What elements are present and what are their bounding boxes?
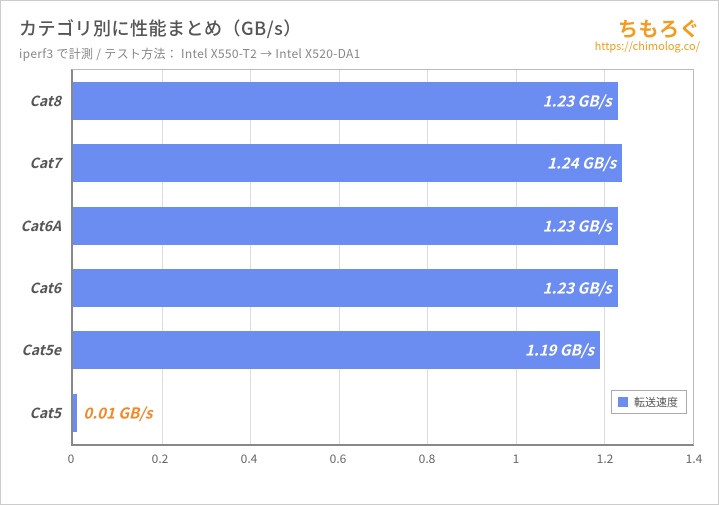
- bar-row: Cat6A1.23 GB/s: [73, 195, 693, 257]
- header: カテゴリ別に性能まとめ（GB/s） iperf3 で計測 / テスト方法： In…: [19, 15, 700, 62]
- category-label: Cat5: [30, 403, 73, 423]
- brand: ちもろぐ https://chimolog.co/: [595, 15, 700, 52]
- bar-row: Cat71.24 GB/s: [73, 132, 693, 194]
- bar-row: Cat5e1.19 GB/s: [73, 319, 693, 381]
- bar-row: Cat50.01 GB/s: [73, 382, 693, 444]
- x-tick-label: 0.8: [419, 450, 436, 467]
- bar-value-label: 1.24 GB/s: [547, 153, 616, 174]
- bar-row: Cat61.23 GB/s: [73, 257, 693, 319]
- x-tick-label: 1.4: [686, 450, 703, 467]
- chart-subtitle: iperf3 で計測 / テスト方法： Intel X550-T2 → Inte…: [19, 45, 595, 62]
- x-tick-label: 1: [513, 450, 520, 467]
- brand-logo: ちもろぐ: [595, 17, 700, 39]
- brand-url: https://chimolog.co/: [595, 40, 700, 52]
- chart-area: 転送速度 Cat81.23 GB/sCat71.24 GB/sCat6A1.23…: [71, 63, 694, 470]
- bar-row: Cat81.23 GB/s: [73, 70, 693, 132]
- bar-value-label: 1.23 GB/s: [543, 91, 612, 112]
- bar: 1.19 GB/s: [73, 331, 600, 369]
- plot-area: 転送速度 Cat81.23 GB/sCat71.24 GB/sCat6A1.23…: [71, 69, 694, 446]
- bar-value-label: 0.01 GB/s: [83, 402, 152, 423]
- x-tick-label: 0: [68, 450, 75, 467]
- bar: 1.23 GB/s: [73, 207, 618, 245]
- x-tick-label: 1.2: [597, 450, 614, 467]
- chart-title: カテゴリ別に性能まとめ（GB/s）: [19, 15, 595, 41]
- bar-value-label: 1.23 GB/s: [543, 278, 612, 299]
- category-label: Cat6: [30, 278, 73, 298]
- x-tick-label: 0.2: [152, 450, 169, 467]
- bar-value-label: 1.23 GB/s: [543, 215, 612, 236]
- category-label: Cat8: [30, 91, 73, 111]
- bar: 1.24 GB/s: [73, 144, 622, 182]
- bar: 0.01 GB/s: [73, 394, 77, 432]
- bar: 1.23 GB/s: [73, 82, 618, 120]
- x-tick-label: 0.4: [241, 450, 258, 467]
- chart-frame: カテゴリ別に性能まとめ（GB/s） iperf3 で計測 / テスト方法： In…: [0, 0, 719, 505]
- titles: カテゴリ別に性能まとめ（GB/s） iperf3 で計測 / テスト方法： In…: [19, 15, 595, 62]
- bar-value-label: 1.19 GB/s: [525, 340, 594, 361]
- category-label: Cat6A: [21, 216, 73, 236]
- category-label: Cat7: [30, 153, 73, 173]
- x-tick-label: 0.6: [330, 450, 347, 467]
- category-label: Cat5e: [22, 340, 73, 360]
- x-axis: 00.20.40.60.811.21.4: [71, 446, 694, 470]
- bar: 1.23 GB/s: [73, 269, 618, 307]
